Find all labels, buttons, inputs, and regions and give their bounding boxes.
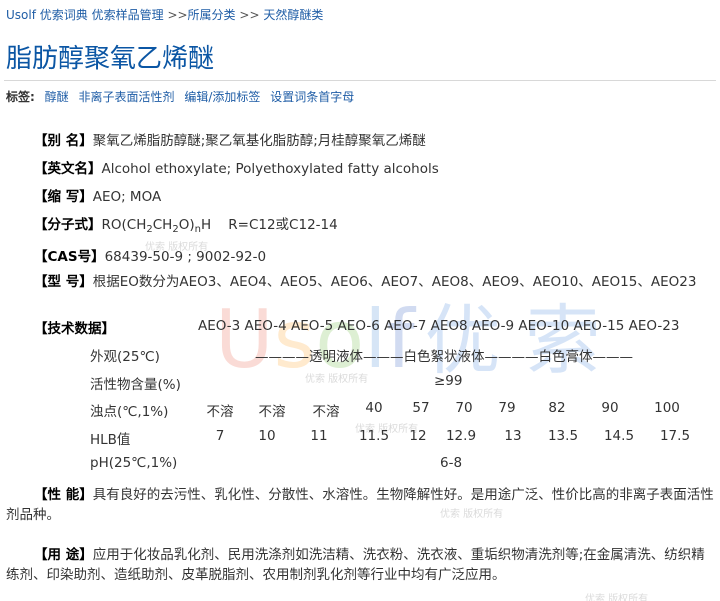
tag-link[interactable]: 醇醚 [45,90,69,104]
watermark-stamp: 优索 版权所有 [305,374,369,385]
english-name-field: 【英文名】Alcohol ethoxylate; Polyethoxylated… [34,157,439,177]
formula-field: 【分子式】RO(CH2CH2O)nH R=C12或C12-14 [34,213,338,235]
field-key: 【技术数据】 [34,321,115,337]
row-value: 6-8 [440,455,463,471]
active-content-row: 活性物含量(%) ≥99 [90,373,463,393]
field-value: 68439-50-9 ; 9002-92-0 [104,249,267,265]
row-label: 活性物含量(%) [90,377,181,393]
cloud-point-row: 浊点(℃,1%) [90,400,168,420]
field-value: 具有良好的去污性、乳化性、分散性、水溶性。生物降解性好。是用途广泛、性价比高的非… [6,487,714,523]
table-cell: 17.5 [659,428,691,444]
ph-row: pH(25℃,1%) 6-8 [90,455,462,471]
table-cell: 7 [215,428,225,444]
field-value: 根据EO数分为AEO3、AEO4、AEO5、AEO6、AEO7、AEO8、AEO… [92,274,697,290]
table-cell: 10 [258,428,276,444]
row-label: pH(25℃,1%) [90,455,178,471]
field-key: 【型 号】 [34,274,93,290]
field-value: 应用于化妆品乳化剂、民用洗涤剂如洗洁精、洗衣粉、洗衣液、重垢织物清洗剂等;在金属… [6,547,705,583]
field-key: 【性 能】 [34,487,93,503]
hlb-row: HLB值 [90,428,130,448]
edit-tags-link[interactable]: 编辑/添加标签 [184,90,260,104]
page-title: 脂肪醇聚氧乙烯醚 [6,44,215,74]
breadcrumb-subcategory-link[interactable]: 天然醇醚类 [263,8,323,22]
table-cell: 12.9 [445,428,477,444]
field-value: Alcohol ethoxylate; Polyethoxylated fatt… [101,161,439,177]
set-initial-link[interactable]: 设置词条首字母 [270,90,354,104]
row-value: ————透明液体———白色絮状液体————白色膏体——— [255,349,633,365]
table-cell: 不溶 [206,404,234,420]
table-cell: 79 [498,400,516,416]
row-label: HLB值 [90,432,131,448]
breadcrumb-separator: >> [239,8,260,22]
abbreviation-field: 【缩 写】AEO; MOA [34,185,161,205]
performance-field: 【性 能】具有良好的去污性、乳化性、分散性、水溶性。生物降解性好。是用途广泛、性… [6,485,716,525]
model-columns: AEO-3 AEO-4 AEO-5 AEO-6 AEO-7 AEO8 AEO-9… [198,318,680,334]
table-cell: 不溶 [258,404,286,420]
formula-prefix: RO(CH [101,217,147,233]
table-cell: 13.5 [547,428,579,444]
table-cell: 82 [548,400,566,416]
model-field: 【型 号】根据EO数分为AEO3、AEO4、AEO5、AEO6、AEO7、AEO… [6,272,716,292]
tag-link[interactable]: 非离子表面活性剂 [78,90,174,104]
watermark-stamp: 优索 版权所有 [585,594,649,601]
table-cell: 11.5 [358,428,390,444]
appearance-row: 外观(25℃) ————透明液体———白色絮状液体————白色膏体——— [90,345,633,365]
formula-suffix: H R=C12或C12-14 [200,217,338,233]
table-cell: 11 [310,428,328,444]
field-value: 聚氧乙烯脂肪醇醚;聚乙氧基化脂肪醇;月桂醇聚氧乙烯醚 [92,133,426,149]
title-divider [4,80,716,81]
field-key: 【别 名】 [34,133,93,149]
row-value: ≥99 [434,373,463,389]
table-cell: 14.5 [603,428,635,444]
cas-field: 【CAS号】68439-50-9 ; 9002-92-0 [34,245,266,265]
usage-field: 【用 途】应用于化妆品乳化剂、民用洗涤剂如洗洁精、洗衣粉、洗衣液、重垢织物清洗剂… [6,545,716,585]
breadcrumb-section-link[interactable]: 优索样品管理 [92,8,164,22]
breadcrumb-separator: >> [167,8,188,22]
field-key: 【CAS号】 [34,249,105,265]
field-key: 【英文名】 [34,161,102,177]
table-cell: 40 [365,400,383,416]
row-label: 外观(25℃) [90,349,160,365]
breadcrumb-category-link[interactable]: 所属分类 [188,8,236,22]
tags-bar: 标签: 醇醚 非离子表面活性剂 编辑/添加标签 设置词条首字母 [6,88,354,105]
breadcrumb-site-link[interactable]: Usolf 优索词典 [6,8,88,22]
table-cell: 13 [504,428,522,444]
table-cell: 不溶 [312,404,340,420]
tags-label: 标签: [6,90,35,104]
table-cell: 100 [654,400,680,416]
field-value: AEO; MOA [92,189,162,205]
breadcrumb: Usolf 优索词典 优索样品管理 >>所属分类 >> 天然醇醚类 [6,6,323,23]
field-key: 【缩 写】 [34,189,93,205]
field-key: 【分子式】 [34,217,102,233]
alias-field: 【别 名】聚氧乙烯脂肪醇醚;聚乙氧基化脂肪醇;月桂醇聚氧乙烯醚 [34,129,426,149]
tech-data-header: 【技术数据】 [34,317,115,337]
field-key: 【用 途】 [34,547,93,563]
watermark-logo: Usolf 优 索 [215,293,601,386]
formula-mid: CH [152,217,173,233]
formula-mid: O) [178,217,195,233]
row-label: 浊点(℃,1%) [90,404,169,420]
table-cell: 90 [601,400,619,416]
